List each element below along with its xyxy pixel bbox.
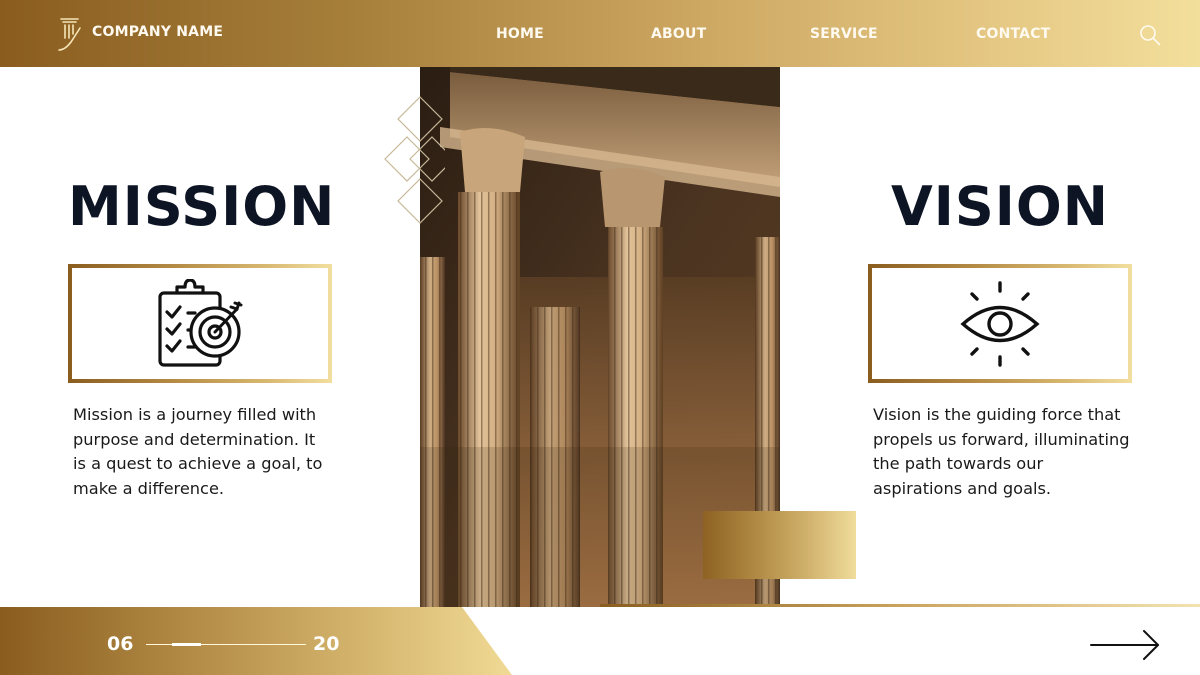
footer-gold-band (0, 607, 512, 675)
mission-title: MISSION (68, 175, 336, 238)
header-bar: COMPANY NAME HOME ABOUT SERVICE CONTACT (0, 0, 1200, 67)
page-progress-track (146, 643, 306, 646)
eye-icon (960, 280, 1040, 367)
gold-divider-line (600, 604, 1200, 607)
nav-contact[interactable]: CONTACT (976, 26, 1050, 42)
page-progress-fill (172, 643, 202, 646)
arrow-right-icon[interactable] (1089, 628, 1161, 662)
nav-service[interactable]: SERVICE (810, 26, 878, 42)
mission-description: Mission is a journey filled with purpose… (73, 405, 323, 498)
search-icon[interactable] (1139, 24, 1161, 46)
column-pillar-icon (58, 18, 81, 51)
nav-home[interactable]: HOME (496, 26, 544, 42)
decorative-diamonds (384, 96, 445, 224)
page-current: 06 (107, 633, 134, 655)
vision-title: VISION (891, 175, 1109, 238)
vision-icon-frame (868, 264, 1132, 383)
vision-description: Vision is the guiding force that propels… (873, 405, 1130, 498)
gold-accent-block (703, 511, 856, 579)
nav-about[interactable]: ABOUT (651, 26, 706, 42)
company-name: COMPANY NAME (92, 24, 224, 40)
clipboard-target-icon (158, 278, 243, 367)
mission-icon-frame (68, 264, 332, 383)
page-total: 20 (313, 633, 340, 655)
